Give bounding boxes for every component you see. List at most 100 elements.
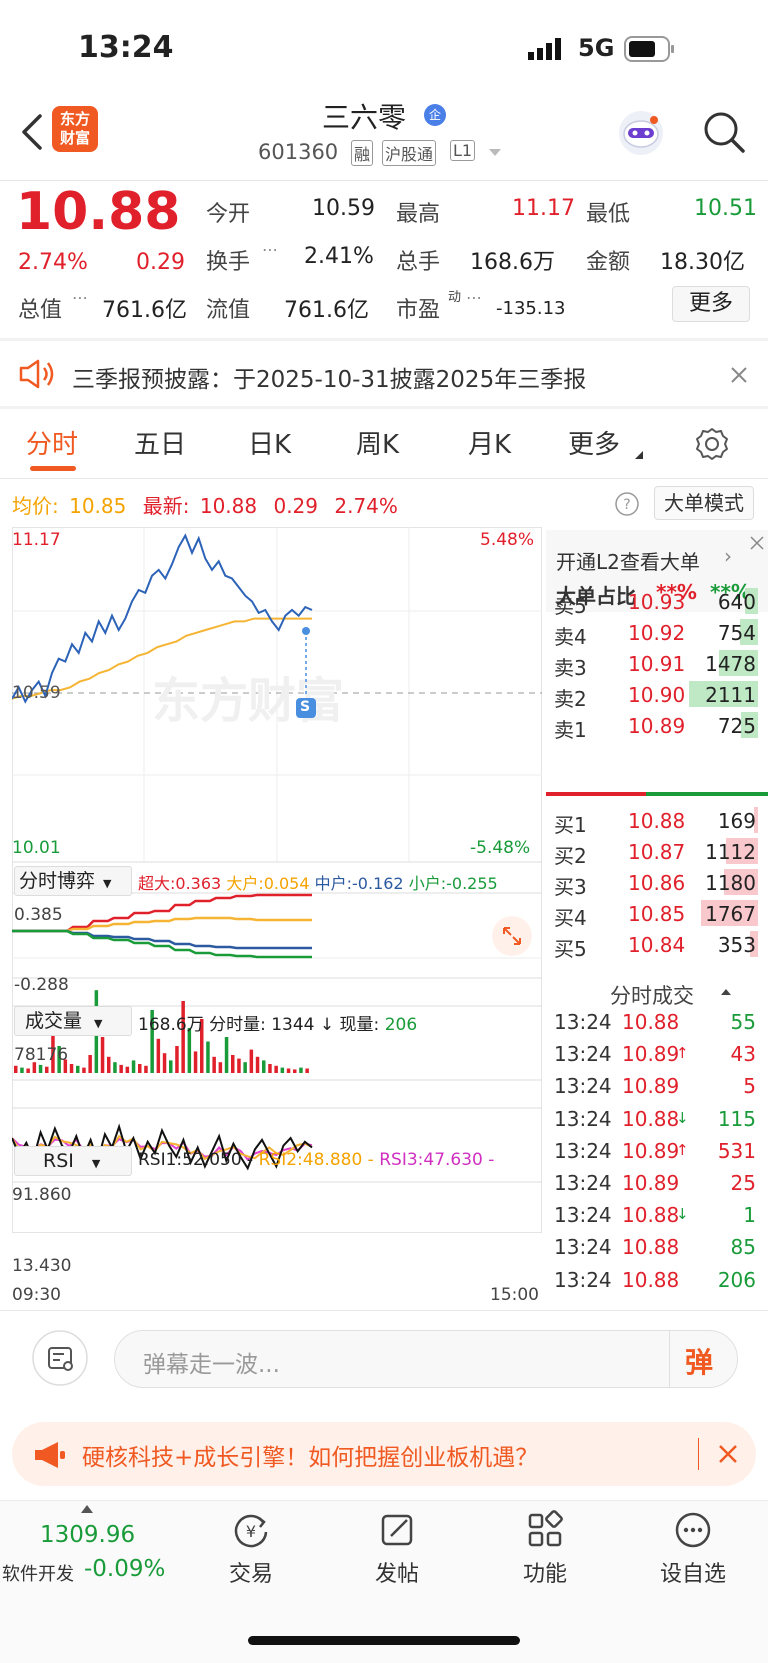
trade-vol: 1 <box>743 1203 756 1228</box>
nav-trade[interactable]: ¥ 交易 <box>196 1510 306 1588</box>
avg-label: 均价: <box>12 494 59 518</box>
rsi-selector[interactable]: RSI ▼ <box>14 1146 132 1176</box>
app-logo[interactable]: 东方 财富 <box>52 106 98 152</box>
trade-row: 13:24 10.89 25 <box>548 1167 762 1199</box>
trade-time: 13:24 <box>554 1138 612 1163</box>
trade-vol: 25 <box>730 1171 756 1195</box>
tab-daily[interactable]: 日K <box>248 424 291 461</box>
pe-info-icon[interactable]: ⋯ <box>466 288 482 307</box>
open-label: 今开 <box>206 202 251 227</box>
index-change[interactable]: -0.09% <box>84 1556 165 1582</box>
volume-bar <box>169 1060 173 1073</box>
trade-vol: 115 <box>717 1106 756 1131</box>
l2-title[interactable]: 开通L2查看大单 <box>556 546 700 575</box>
ad-banner[interactable]: 硬核科技+成长引擎！如何把握创业板机遇？ <box>12 1422 756 1486</box>
mktcap-value: 761.6亿 <box>102 298 187 323</box>
index-name[interactable]: 软件开发 <box>2 1560 74 1586</box>
trade-price: 10.88 <box>622 1235 680 1260</box>
turnover-value: 2.41% <box>304 244 374 269</box>
volume-selector[interactable]: 成交量 ▼ <box>14 1006 132 1036</box>
tab-monthly[interactable]: 月K <box>468 424 511 461</box>
trade-vol: 55 <box>730 1010 756 1034</box>
ask-row-1[interactable]: 卖5 10.93 640 <box>548 586 762 618</box>
ask-row-2[interactable]: 卖4 10.92 754 <box>548 617 762 649</box>
ad-text: 硬核科技+成长引擎！如何把握创业板机遇？ <box>82 1445 539 1471</box>
settings-icon[interactable] <box>694 426 730 462</box>
order-label: 买1 <box>554 813 587 837</box>
trade-row: 13:24 10.89 ↑ 43 <box>548 1038 762 1070</box>
order-label: 卖1 <box>554 718 587 742</box>
game-values: 超大:0.363 大户:0.054 中户:-0.162 小户:-0.255 <box>138 874 498 893</box>
trade-time: 13:24 <box>554 1203 612 1228</box>
ask-row-4[interactable]: 卖2 10.90 2111 <box>548 679 762 711</box>
game-selector[interactable]: 分时博弈 ▼ <box>14 866 132 896</box>
trade-time: 13:24 <box>554 1074 612 1099</box>
bid-row-3[interactable]: 买3 10.86 1180 <box>548 867 762 899</box>
nav-add-watchlist[interactable]: 设自选 <box>638 1510 748 1588</box>
tab-intraday[interactable]: 分时 <box>26 424 78 461</box>
trade-time: 13:24 <box>554 1171 612 1195</box>
network-label: 5G <box>578 34 615 62</box>
nav-functions[interactable]: 功能 <box>490 1510 600 1588</box>
order-label: 卖4 <box>554 625 587 649</box>
close-notice-icon[interactable] <box>730 366 748 384</box>
volume-bar <box>20 1067 24 1073</box>
volume-bar <box>82 1067 86 1073</box>
danmaku-input[interactable]: 弹幕走一波... 弹 <box>114 1330 738 1388</box>
order-label: 买3 <box>554 875 587 899</box>
tab-five-day[interactable]: 五日 <box>134 424 186 461</box>
tab-weekly[interactable]: 周K <box>356 424 399 461</box>
search-icon[interactable] <box>702 110 746 154</box>
danmaku-settings-icon[interactable] <box>32 1330 88 1386</box>
bid-row-1[interactable]: 买1 10.88 169 <box>548 805 762 837</box>
back-icon[interactable] <box>18 112 44 152</box>
mktcap-info-icon[interactable]: ⋯ <box>72 288 88 307</box>
help-icon[interactable]: ? <box>614 491 640 517</box>
expand-icon[interactable] <box>492 916 532 956</box>
order-price: 10.87 <box>628 840 686 864</box>
trade-time: 13:24 <box>554 1010 612 1034</box>
bid-row-4[interactable]: 买4 10.85 1767 <box>548 898 762 930</box>
volume-bar <box>193 1051 198 1073</box>
trade-row: 13:24 10.88 206 <box>548 1264 762 1296</box>
volume-bar <box>156 1038 161 1073</box>
trade-price: 10.88 <box>622 1267 680 1292</box>
tab-more[interactable]: 更多 <box>568 424 620 461</box>
nav-post[interactable]: 发帖 <box>342 1510 452 1588</box>
volume-bar <box>26 1068 30 1073</box>
amount-label: 金额 <box>586 250 631 275</box>
notice-bar[interactable]: 三季报预披露：于2025-10-31披露2025年三季报 <box>0 344 768 404</box>
trades-collapse-icon[interactable] <box>720 988 732 996</box>
close-l2-icon[interactable] <box>750 536 764 550</box>
close-ad-icon[interactable] <box>718 1444 738 1464</box>
volume-bar <box>100 1037 105 1073</box>
bid-row-2[interactable]: 买2 10.87 1112 <box>548 836 762 868</box>
ask-row-5[interactable]: 卖1 10.89 725 <box>548 710 762 742</box>
volume-bar <box>237 1058 241 1073</box>
rsi-values: RSI1:52.050 - RSI2:48.880 - RSI3:47.630 … <box>138 1150 495 1170</box>
order-label: 卖3 <box>554 656 587 680</box>
volume-bar <box>243 1062 247 1073</box>
order-label: 买2 <box>554 844 587 868</box>
volume-bar <box>212 1056 216 1073</box>
bid-row-5[interactable]: 买5 10.84 353 <box>548 929 762 961</box>
volume-bar <box>131 1060 136 1073</box>
volume-value: 168.6万 <box>470 250 555 275</box>
order-price: 10.88 <box>628 809 686 833</box>
svg-text:¥: ¥ <box>246 1522 256 1541</box>
latest-change-pct: 2.74% <box>334 494 398 518</box>
volume-bar <box>162 1053 167 1073</box>
order-price: 10.86 <box>628 871 686 895</box>
trade-price: 10.88 <box>622 1106 680 1131</box>
volume-bar <box>175 1046 179 1073</box>
more-button[interactable]: 更多 <box>672 286 750 322</box>
turnover-info-icon[interactable]: ⋯ <box>262 240 278 259</box>
robot-assistant-icon[interactable] <box>616 108 666 158</box>
big-order-mode-button[interactable]: 大单模式 <box>654 486 754 520</box>
chart-mid-left: 10.59 <box>12 683 61 703</box>
dropdown-icon[interactable] <box>488 148 502 158</box>
index-value[interactable]: 1309.96 <box>40 1522 135 1548</box>
ask-row-3[interactable]: 卖3 10.91 1478 <box>548 648 762 680</box>
danmaku-send-button[interactable]: 弹 <box>685 1341 713 1381</box>
order-vol: 2111 <box>705 683 756 707</box>
